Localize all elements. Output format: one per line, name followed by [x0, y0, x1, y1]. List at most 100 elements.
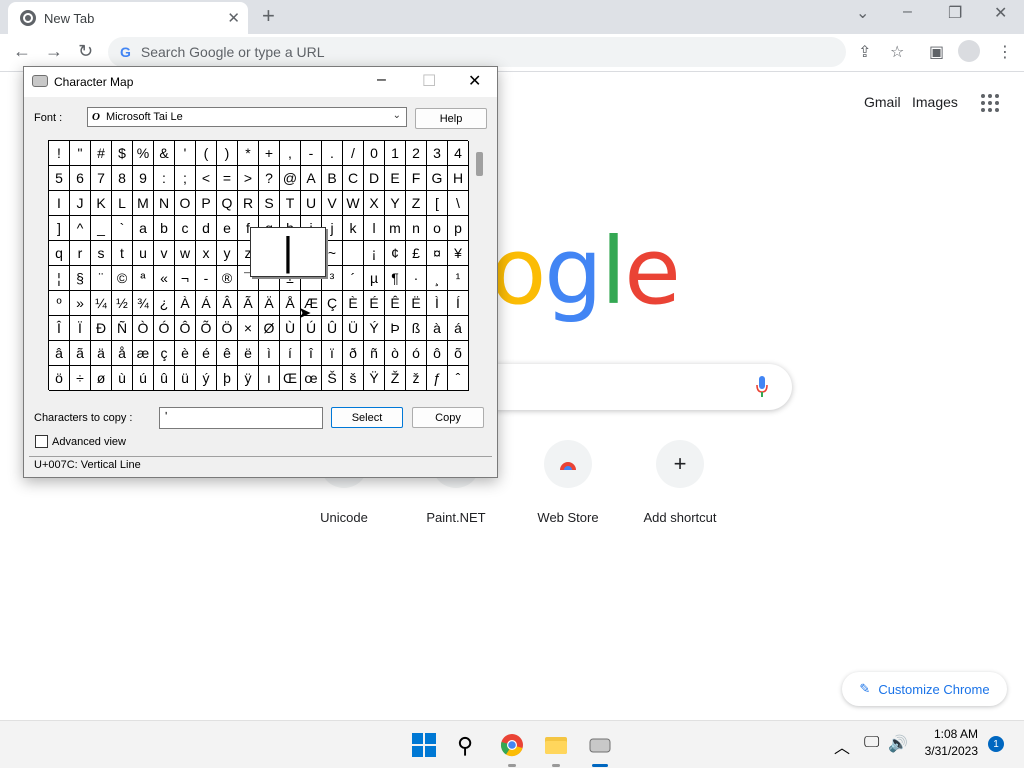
character-cell[interactable]: q: [49, 241, 70, 266]
character-cell[interactable]: I: [49, 191, 70, 216]
character-cell[interactable]: ã: [70, 341, 91, 366]
character-cell[interactable]: >: [238, 166, 259, 191]
character-cell[interactable]: ¨: [91, 266, 112, 291]
character-cell[interactable]: Û: [322, 316, 343, 341]
tab-search-icon[interactable]: ⌄: [856, 3, 869, 23]
character-cell[interactable]: d: [196, 216, 217, 241]
character-cell[interactable]: K: [91, 191, 112, 216]
new-tab-button[interactable]: +: [262, 4, 275, 28]
character-cell[interactable]: x: [196, 241, 217, 266]
character-cell[interactable]: \: [448, 191, 469, 216]
character-cell[interactable]: 7: [91, 166, 112, 191]
character-cell[interactable]: Ã: [238, 291, 259, 316]
character-cell[interactable]: þ: [217, 366, 238, 391]
character-cell[interactable]: ]: [49, 216, 70, 241]
character-cell[interactable]: ^: [70, 216, 91, 241]
character-cell[interactable]: D: [364, 166, 385, 191]
character-cell[interactable]: !: [49, 141, 70, 166]
character-cell[interactable]: ?: [259, 166, 280, 191]
character-cell[interactable]: *: [238, 141, 259, 166]
character-cell[interactable]: <: [196, 166, 217, 191]
character-cell[interactable]: P: [196, 191, 217, 216]
character-cell[interactable]: ø: [91, 366, 112, 391]
tab-new-tab[interactable]: New Tab ✕: [8, 2, 248, 34]
character-cell[interactable]: ñ: [364, 341, 385, 366]
menu-kebab-icon[interactable]: ⋮: [997, 42, 1013, 62]
character-cell[interactable]: Ï: [70, 316, 91, 341]
character-cell[interactable]: ©: [112, 266, 133, 291]
close-tab-icon[interactable]: ✕: [227, 9, 240, 27]
character-cell[interactable]: Õ: [196, 316, 217, 341]
character-cell[interactable]: -: [301, 141, 322, 166]
character-cell[interactable]: Ý: [364, 316, 385, 341]
character-cell[interactable]: 5: [49, 166, 70, 191]
character-cell[interactable]: [: [427, 191, 448, 216]
character-cell[interactable]: Á: [196, 291, 217, 316]
charmap-titlebar[interactable]: Character Map – ☐ ✕: [24, 67, 497, 97]
character-cell[interactable]: ¶: [385, 266, 406, 291]
character-cell[interactable]: e: [217, 216, 238, 241]
character-cell[interactable]: ¸: [427, 266, 448, 291]
forward-icon[interactable]: →: [45, 41, 63, 62]
character-cell[interactable]: G: [427, 166, 448, 191]
character-cell[interactable]: Ø: [259, 316, 280, 341]
character-cell[interactable]: N: [154, 191, 175, 216]
images-link[interactable]: Images: [912, 94, 958, 110]
minimize-button[interactable]: –: [903, 3, 912, 21]
ntp-search-box[interactable]: [470, 364, 792, 410]
character-cell[interactable]: r: [70, 241, 91, 266]
character-cell[interactable]: 1: [385, 141, 406, 166]
notification-badge[interactable]: 1: [988, 736, 1004, 752]
character-cell[interactable]: Ü: [343, 316, 364, 341]
character-cell[interactable]: ª: [133, 266, 154, 291]
character-cell[interactable]: ê: [217, 341, 238, 366]
character-cell[interactable]: F: [406, 166, 427, 191]
character-cell[interactable]: Ñ: [112, 316, 133, 341]
clock[interactable]: 1:08 AM 3/31/2023: [918, 726, 978, 760]
bookmark-star-icon[interactable]: ☆: [890, 42, 904, 62]
back-icon[interactable]: ←: [13, 41, 31, 62]
character-cell[interactable]: Ÿ: [364, 366, 385, 391]
character-cell[interactable]: ": [70, 141, 91, 166]
character-cell[interactable]: Y: [385, 191, 406, 216]
character-cell[interactable]: b: [154, 216, 175, 241]
microphone-icon[interactable]: [756, 376, 768, 398]
character-cell[interactable]: &: [154, 141, 175, 166]
character-cell[interactable]: Ì: [427, 291, 448, 316]
apps-grid-icon[interactable]: [981, 94, 999, 112]
character-cell[interactable]: U: [301, 191, 322, 216]
character-cell[interactable]: :: [154, 166, 175, 191]
character-cell[interactable]: ½: [112, 291, 133, 316]
character-cell[interactable]: ¢: [385, 241, 406, 266]
character-cell[interactable]: a: [133, 216, 154, 241]
character-cell[interactable]: s: [91, 241, 112, 266]
character-cell[interactable]: O: [175, 191, 196, 216]
character-cell[interactable]: æ: [133, 341, 154, 366]
advanced-view-checkbox[interactable]: Advanced view: [35, 435, 126, 448]
character-cell[interactable]: 6: [70, 166, 91, 191]
customize-chrome-button[interactable]: ✎ Customize Chrome: [842, 672, 1007, 706]
character-cell[interactable]: A: [301, 166, 322, 191]
network-icon[interactable]: 🖵: [864, 734, 879, 752]
character-cell[interactable]: Q: [217, 191, 238, 216]
character-cell[interactable]: ¦: [49, 266, 70, 291]
character-cell[interactable]: Â: [217, 291, 238, 316]
character-cell[interactable]: û: [154, 366, 175, 391]
character-cell[interactable]: ü: [175, 366, 196, 391]
character-cell[interactable]: [343, 241, 364, 266]
character-cell[interactable]: ú: [133, 366, 154, 391]
character-cell[interactable]: Ð: [91, 316, 112, 341]
gmail-link[interactable]: Gmail: [864, 94, 901, 110]
character-cell[interactable]: t: [112, 241, 133, 266]
character-cell[interactable]: W: [343, 191, 364, 216]
character-cell[interactable]: 0: [364, 141, 385, 166]
character-cell[interactable]: c: [175, 216, 196, 241]
character-cell[interactable]: Î: [49, 316, 70, 341]
character-cell[interactable]: ¬: [175, 266, 196, 291]
checkbox-box[interactable]: [35, 435, 48, 448]
close-window-button[interactable]: ✕: [994, 3, 1007, 23]
character-cell[interactable]: ð: [343, 341, 364, 366]
character-cell[interactable]: é: [196, 341, 217, 366]
character-cell[interactable]: à: [427, 316, 448, 341]
character-cell[interactable]: -: [196, 266, 217, 291]
